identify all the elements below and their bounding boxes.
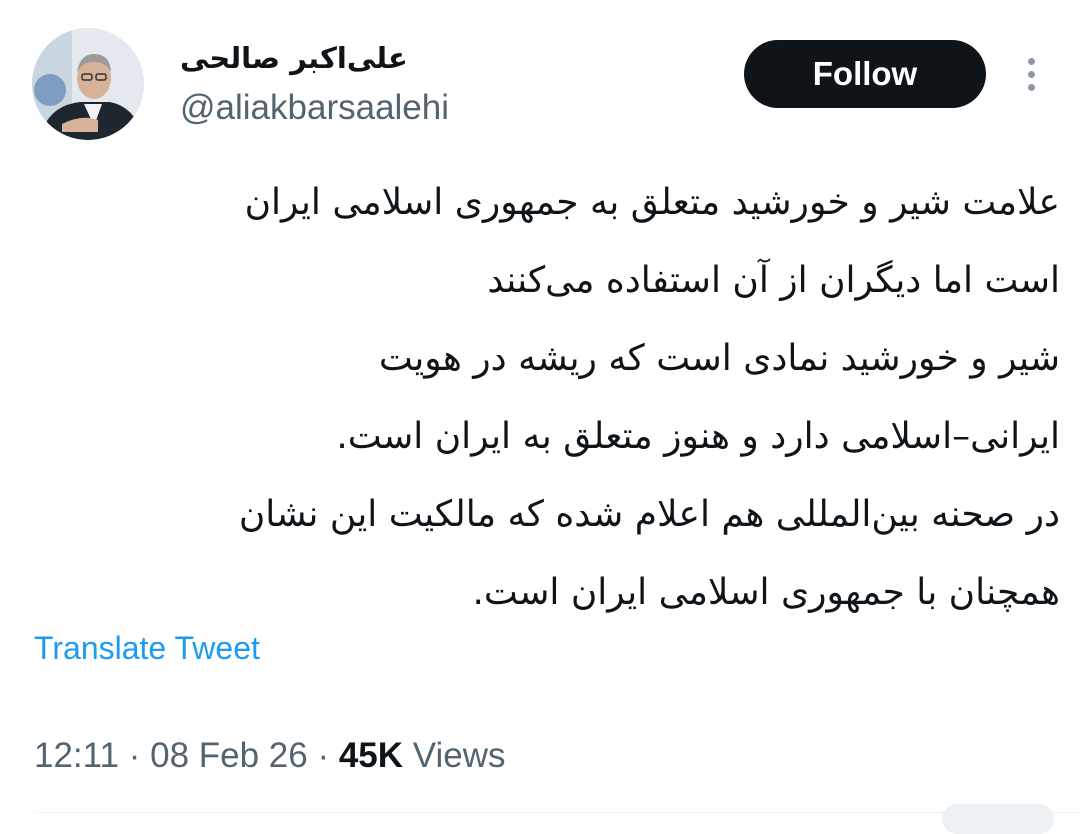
tweet-line: ایرانی–اسلامی دارد و هنوز متعلق به ایران… [336,416,1060,457]
tweet-text: علامت شیر و خورشید متعلق به جمهوری اسلام… [30,164,1060,632]
avatar[interactable] [32,28,144,140]
meta-separator: · [307,736,339,775]
tweet-line: علامت شیر و خورشید متعلق به جمهوری اسلام… [244,182,1060,223]
tweet-date[interactable]: 08 Feb 26 [150,736,308,775]
tweet-time[interactable]: 12:11 [34,736,119,775]
more-vertical-icon[interactable] [1018,52,1046,96]
partial-button [942,804,1054,834]
follow-button[interactable]: Follow [744,40,986,108]
tweet-meta: 12:11 · 08 Feb 26 · 45K Views [34,732,506,780]
views-label: Views [412,736,506,775]
author-handle[interactable]: @aliakbarsaalehi [180,86,449,130]
tweet-line: است اما دیگران از آن استفاده می‌کنند [487,260,1060,301]
meta-separator: · [119,736,151,775]
views-count: 45K [338,736,404,775]
author-display-name[interactable]: علی‌اکبر صالحی [180,38,408,78]
divider [34,812,1080,813]
tweet-line: در صحنه بین‌المللی هم اعلام شده که مالکی… [238,494,1060,535]
tweet-line: شیر و خورشید نمادی است که ریشه در هویت [378,338,1060,379]
profile-photo-icon [32,28,144,140]
translate-tweet-link[interactable]: Translate Tweet [34,626,260,670]
tweet-line: همچنان با جمهوری اسلامی ایران است. [472,572,1060,613]
